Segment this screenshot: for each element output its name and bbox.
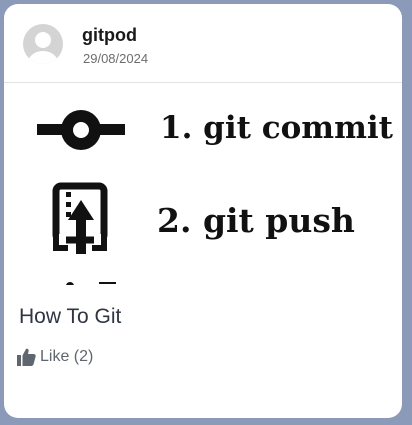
post-card: gitpod 29/08/2024 1. git commit 2. git p… — [4, 4, 402, 418]
like-label: Like (2) — [40, 348, 94, 365]
post-header: gitpod 29/08/2024 — [4, 4, 402, 83]
avatar-head-icon — [35, 32, 51, 48]
post-image[interactable]: 1. git commit 2. git push — [4, 83, 402, 285]
like-button[interactable]: Like (2) — [17, 346, 93, 368]
image-partial-item — [99, 282, 116, 284]
image-line-1: 1. git commit — [160, 110, 393, 146]
thumbs-up-icon — [17, 348, 36, 366]
git-push-icon — [52, 182, 108, 254]
post-title[interactable]: How To Git — [19, 305, 121, 329]
image-line-2: 2. git push — [157, 201, 355, 240]
avatar[interactable] — [23, 24, 63, 64]
post-author-name[interactable]: gitpod — [82, 25, 137, 46]
post-date: 29/08/2024 — [83, 51, 149, 66]
image-partial-item — [66, 282, 74, 285]
git-commit-icon — [37, 110, 125, 150]
avatar-body-icon — [28, 51, 58, 64]
